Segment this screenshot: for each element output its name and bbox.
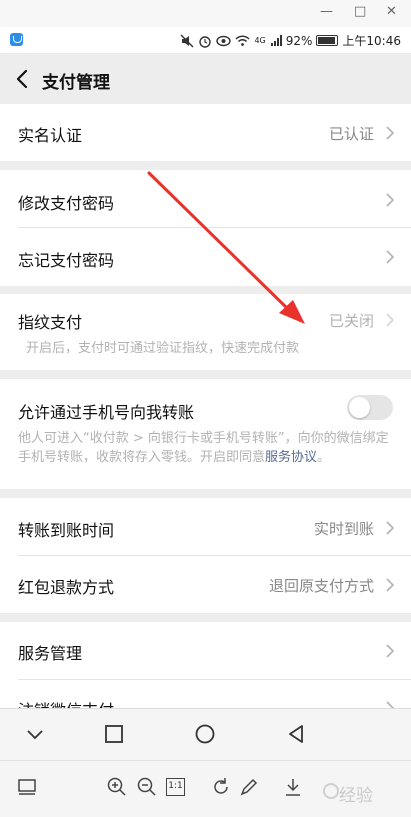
status-bar: 4G 92% 上午10:46 [0, 27, 411, 53]
minimize-button[interactable]: — [320, 4, 333, 20]
fingerprint-pay-label: 指纹支付 [18, 313, 83, 332]
system-navigation-bar [0, 708, 411, 760]
recent-apps-icon[interactable] [104, 724, 124, 744]
download-icon[interactable] [282, 776, 304, 798]
redpacket-refund-value: 退回原支付方式 [268, 577, 374, 595]
screen-mode-icon[interactable] [16, 776, 38, 798]
forget-password-row[interactable]: 忘记支付密码 [0, 228, 411, 286]
signal-icon [270, 34, 282, 46]
realname-auth-row[interactable]: 实名认证 已认证 [0, 104, 411, 161]
zoom-out-icon[interactable] [136, 776, 158, 798]
maximize-button[interactable]: □ [354, 4, 366, 20]
app-frame: — □ ✕ 4G 92% 上午10:46 支付管理 实名认证 已认证 修改支付密… [0, 0, 411, 817]
chevron-right-icon [386, 521, 395, 535]
wifi-icon [235, 34, 250, 46]
cancel-wechat-pay-label: 注销微信支付 [18, 697, 114, 708]
fingerprint-pay-status: 已关闭 [328, 312, 374, 330]
alarm-icon [199, 35, 212, 48]
back-chevron-icon[interactable] [14, 69, 32, 89]
paw-logo-icon [323, 783, 339, 799]
realname-auth-status: 已认证 [328, 125, 374, 143]
phone-transfer-description: 他人可进入“收付款 > 向银行卡或手机号转账”，向你的微信绑定手机号转账，收款将… [18, 429, 393, 467]
toggle-knob [349, 397, 370, 418]
password-group: 修改支付密码 忘记支付密码 [0, 170, 411, 286]
status-time: 上午10:46 [342, 34, 401, 48]
cancel-wechat-pay-row[interactable]: 注销微信支付 [0, 680, 411, 708]
window-titlebar: — □ ✕ [0, 0, 411, 27]
service-group: 服务管理 注销微信支付 [0, 622, 411, 708]
pencil-icon[interactable] [238, 776, 260, 798]
redpacket-refund-row[interactable]: 红包退款方式 退回原支付方式 [0, 556, 411, 613]
home-icon[interactable] [194, 723, 216, 745]
fingerprint-pay-description: 开启后，支付时可通过验证指纹，快速完成付款 [26, 341, 300, 356]
network-type-label: 4G [254, 36, 266, 45]
phone-transfer-desc-text: 他人可进入“收付款 > 向银行卡或手机号转账”，向你的微信绑定手机号转账，收款将… [18, 431, 389, 465]
chevron-right-icon [386, 313, 395, 327]
rotate-icon[interactable] [210, 776, 232, 798]
chevron-right-icon [386, 193, 395, 207]
chevron-right-icon [386, 701, 395, 708]
service-management-row[interactable]: 服务管理 [0, 622, 411, 679]
arrival-time-value: 实时到账 [313, 520, 374, 538]
chevron-right-icon [386, 126, 395, 140]
modify-password-label: 修改支付密码 [18, 194, 115, 213]
fingerprint-pay-row[interactable]: 指纹支付 已关闭 开启后，支付时可通过验证指纹，快速完成付款 [0, 294, 411, 370]
close-button[interactable]: ✕ [386, 4, 397, 20]
service-management-label: 服务管理 [18, 644, 83, 663]
phone-transfer-label: 允许通过手机号向我转账 [18, 403, 195, 422]
viewer-toolbar: 1:1 经验 [0, 760, 411, 817]
zoom-in-icon[interactable] [106, 776, 128, 798]
chevron-right-icon [386, 644, 395, 658]
redpacket-refund-label: 红包退款方式 [18, 578, 115, 597]
phone-transfer-desc-end: 。 [317, 450, 331, 465]
arrival-time-row[interactable]: 转账到账时间 实时到账 [0, 498, 411, 555]
back-triangle-icon[interactable] [286, 724, 306, 744]
modify-password-row[interactable]: 修改支付密码 [0, 170, 411, 227]
baidu-jingyan-watermark: 经验 [323, 777, 381, 807]
realname-auth-label: 实名认证 [18, 126, 83, 145]
watermark-text: 经验 [339, 786, 373, 806]
chevron-right-icon [386, 250, 395, 264]
battery-percent: 92% [285, 33, 313, 48]
transfer-settings-group: 转账到账时间 实时到账 红包退款方式 退回原支付方式 [0, 498, 411, 613]
mute-icon [180, 34, 194, 47]
app-notification-icon [10, 33, 23, 46]
page-title: 支付管理 [42, 73, 110, 93]
arrival-time-label: 转账到账时间 [18, 521, 115, 540]
phone-transfer-section: 允许通过手机号向我转账 他人可进入“收付款 > 向银行卡或手机号转账”，向你的微… [0, 379, 411, 489]
chevron-right-icon [386, 578, 395, 592]
forget-password-label: 忘记支付密码 [18, 251, 115, 270]
battery-icon [316, 35, 339, 46]
navigation-bar: 支付管理 [0, 53, 411, 104]
zoom-reset-button[interactable]: 1:1 [166, 778, 185, 796]
phone-transfer-toggle[interactable] [347, 395, 393, 420]
service-agreement-link[interactable]: 服务协议 [265, 450, 317, 465]
eye-icon [216, 35, 232, 46]
collapse-chevron-icon[interactable] [26, 727, 44, 741]
